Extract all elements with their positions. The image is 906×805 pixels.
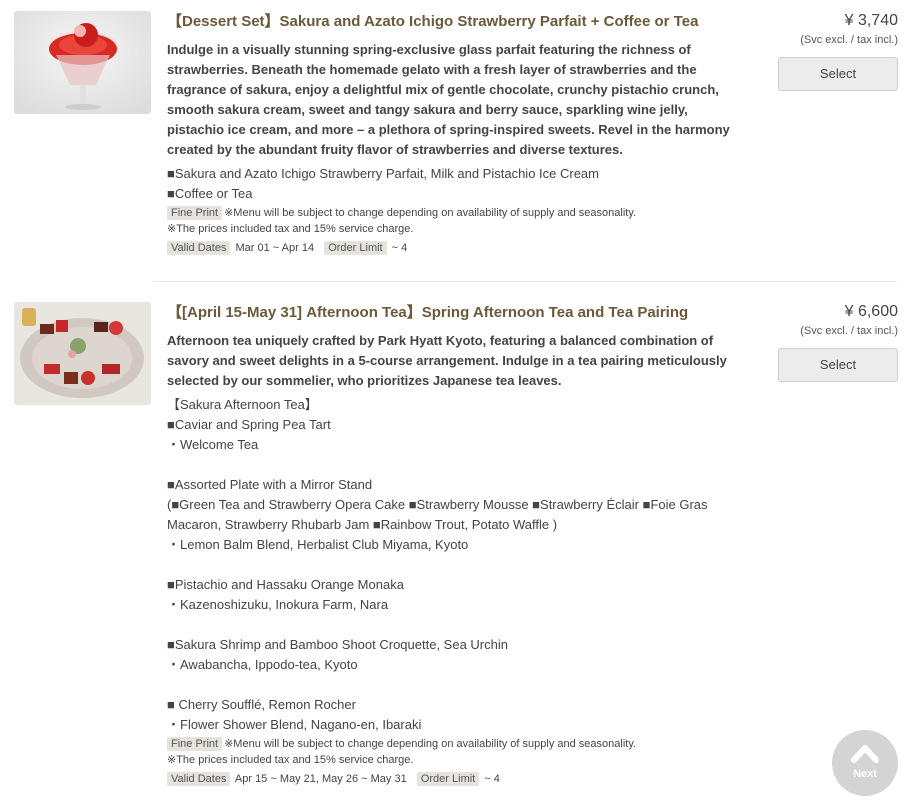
item-menu-line: ■Coffee or Tea [167,186,253,201]
afternoon-tea-photo[interactable] [14,302,151,405]
chevron-up-icon [851,743,879,770]
item-divider [153,281,897,282]
item-menu-line: ■Sakura and Azato Ichigo Strawberry Parf… [167,166,599,181]
next-label: Next [853,768,877,780]
item-title: 【[April 15-May 31] Afternoon Tea】Spring … [167,304,689,321]
valid-dates-tag: Valid Dates [167,772,231,786]
item-menu-line [167,675,747,695]
item-description: Indulge in a visually stunning spring-ex… [167,42,730,157]
item-menu-line: Macaron, Strawberry Rhubarb Jam ■Rainbow… [167,517,558,532]
item-title: 【Dessert Set】Sakura and Azato Ichigo Str… [167,13,699,30]
item-price: ¥ 6,600 [844,303,898,320]
next-button[interactable]: Next [832,730,898,796]
item-menu-line [167,555,747,575]
item-menu-line: ■Pistachio and Hassaku Orange Monaka [167,577,404,592]
item-meta-row: Valid Dates Apr 15 ~ May 21, May 26 ~ Ma… [167,771,747,787]
order-limit-tag: Order Limit [416,772,480,786]
fine-print-tag: Fine Print [167,737,223,751]
item-menu-line [167,615,747,635]
item-menu-line: ■Assorted Plate with a Mirror Stand [167,477,373,492]
fine-print-text-2: ※The prices included tax and 15% service… [167,223,414,235]
item-menu-line: 【Sakura Afternoon Tea】 [167,397,318,412]
fine-print-text: ※Menu will be subject to change dependin… [224,738,637,750]
item-meta-row: Valid Dates Mar 01 ~ Apr 14 Order Limit … [167,240,747,256]
select-button[interactable]: Select [778,348,898,382]
item-menu-line: ・Awabancha, Ippodo-tea, Kyoto [167,657,358,672]
order-limit-tag: Order Limit [324,241,387,255]
tax-note: (Svc excl. / tax incl.) [800,325,898,337]
item-menu-line: ■Caviar and Spring Pea Tart [167,417,331,432]
item-menu-line: (■Green Tea and Strawberry Opera Cake ■S… [167,497,708,512]
item-menu-line: ■Sakura Shrimp and Bamboo Shoot Croquett… [167,637,508,652]
order-limit-value: ~ 4 [484,773,500,785]
fine-print-row: Fine Print ※Menu will be subject to chang… [167,737,747,751]
valid-dates-value: Apr 15 ~ May 21, May 26 ~ May 31 [234,773,407,785]
valid-dates-value: Mar 01 ~ Apr 14 [235,242,315,254]
tax-note: (Svc excl. / tax incl.) [800,34,898,46]
valid-dates-tag: Valid Dates [167,241,231,255]
item-description: Afternoon tea uniquely crafted by Park H… [167,333,727,388]
select-button[interactable]: Select [778,57,898,91]
parfait-photo[interactable] [14,11,151,114]
fine-print-text-2: ※The prices included tax and 15% service… [167,754,414,766]
item-menu-line: ・Kazenoshizuku, Inokura Farm, Nara [167,597,389,612]
fine-print-tag: Fine Print [167,206,223,220]
item-menu-line: ・Flower Shower Blend, Nagano-en, Ibaraki [167,717,422,732]
fine-print-text: ※Menu will be subject to change dependin… [224,207,637,219]
item-menu-line: ■ Cherry Soufflé, Remon Rocher [167,697,356,712]
item-menu-line [167,455,747,475]
order-limit-value: ~ 4 [391,242,408,254]
item-menu-line: ・Lemon Balm Blend, Herbalist Club Miyama… [167,537,469,552]
item-menu-line: ・Welcome Tea [167,437,259,452]
item-price: ¥ 3,740 [844,12,898,29]
fine-print-row: Fine Print ※Menu will be subject to chang… [167,206,747,220]
